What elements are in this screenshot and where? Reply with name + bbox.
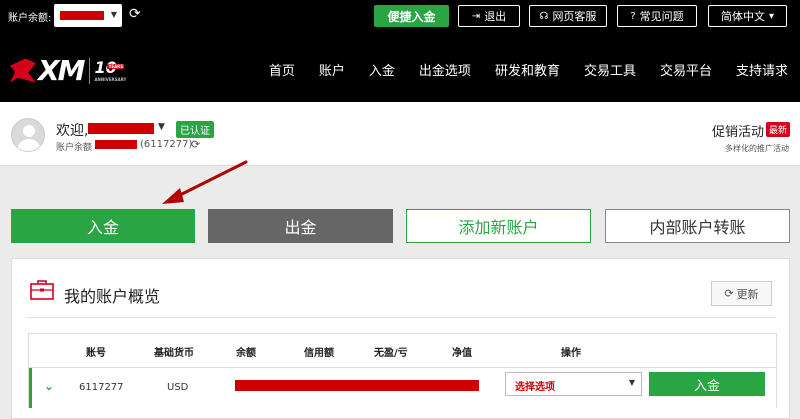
redacted-values <box>235 380 479 391</box>
logout-button[interactable]: ⇥ 退出 <box>458 5 520 27</box>
refresh-icon[interactable]: ⟳ <box>191 138 200 151</box>
anniversary-badge: 10 YEARS ANNIVERSARY <box>89 57 126 84</box>
promotions-subtitle: 多样化的推广活动 <box>725 144 789 153</box>
headset-icon: ☊ <box>539 10 549 22</box>
chevron-down-icon[interactable]: ▼ <box>158 122 165 132</box>
accounts-table: 账号 基础货币 余额 信用额 无盈/亏 净值 操作 ⌄ 6117277 USD … <box>28 333 777 408</box>
action-select[interactable]: 选择选项 ▼ <box>505 372 642 396</box>
col-balance: 余额 <box>236 348 256 359</box>
col-actions: 操作 <box>561 348 581 359</box>
table-row: ⌄ 6117277 USD 选择选项 ▼ 入金 <box>29 368 776 408</box>
cell-currency: USD <box>167 382 189 393</box>
nav-item-trading-platforms[interactable]: 交易平台 <box>660 60 712 79</box>
nav-item-accounts[interactable]: 账户 <box>319 60 345 79</box>
redacted-balance <box>95 140 137 149</box>
refresh-icon[interactable]: ⟳ <box>129 6 141 22</box>
new-badge: 最新 <box>765 122 790 137</box>
internal-transfer-button[interactable]: 内部账户转账 <box>605 209 790 243</box>
chevron-down-icon: ▼ <box>628 378 635 387</box>
col-currency: 基础货币 <box>154 348 194 359</box>
refresh-button[interactable]: ⟳ 更新 <box>711 281 772 306</box>
col-equity: 净值 <box>452 348 472 359</box>
quick-deposit-button[interactable]: 便捷入金 <box>374 5 449 27</box>
col-account: 账号 <box>86 348 106 359</box>
logout-icon: ⇥ <box>471 10 481 22</box>
account-overview-panel: 我的账户概览 ⟳ 更新 账号 基础货币 余额 信用额 无盈/亏 净值 操作 ⌄ … <box>11 258 790 419</box>
nav-item-withdraw-options[interactable]: 出金选项 <box>419 60 471 79</box>
chevron-down-icon: ▼ <box>110 10 117 19</box>
welcome-bar: 欢迎, ▼ 已认证 账户余额 (6117277) ⟳ 促销活动 最新 多样化的推… <box>0 102 800 166</box>
promotions-link[interactable]: 促销活动 <box>712 121 764 140</box>
nav-item-trading-tools[interactable]: 交易工具 <box>584 60 636 79</box>
question-icon: ? <box>630 10 636 22</box>
welcome-greeting: 欢迎, <box>56 123 89 139</box>
balance-label: 账户余额 <box>56 143 93 153</box>
chevron-down-icon[interactable]: ⌄ <box>44 379 54 393</box>
nav-items: 首页 账户 入金 出金选项 研发和教育 交易工具 交易平台 支持请求 <box>245 60 788 79</box>
table-header: 账号 基础货币 余额 信用额 无盈/亏 净值 操作 <box>29 334 776 368</box>
nav-item-deposit[interactable]: 入金 <box>369 60 395 79</box>
nav-item-home[interactable]: 首页 <box>269 60 295 79</box>
overview-title: 我的账户概览 <box>64 287 161 306</box>
live-support-button[interactable]: ☊ 网页客服 <box>529 5 607 27</box>
add-account-button[interactable]: 添加新账户 <box>406 209 591 243</box>
avatar <box>11 118 45 152</box>
col-pnl: 无盈/亏 <box>374 348 408 359</box>
nav-item-research-education[interactable]: 研发和教育 <box>495 60 560 79</box>
redacted-balance <box>60 11 104 20</box>
annotation-arrow <box>162 160 248 204</box>
faq-button[interactable]: ? 常见问题 <box>617 5 697 27</box>
col-credit: 信用额 <box>304 348 334 359</box>
chevron-down-icon: ▾ <box>768 10 775 22</box>
row-deposit-button[interactable]: 入金 <box>649 372 765 396</box>
main-nav: XM 10 YEARS ANNIVERSARY 首页 账户 入金 出金选项 研发… <box>0 32 800 102</box>
withdraw-button[interactable]: 出金 <box>208 209 393 243</box>
logo-mark <box>10 58 36 83</box>
refresh-icon: ⟳ <box>724 287 734 300</box>
account-balance-select[interactable]: ▼ <box>54 4 122 27</box>
deposit-button[interactable]: 入金 <box>11 209 195 243</box>
divider <box>26 317 776 318</box>
briefcase-icon <box>30 280 54 300</box>
xm-logo[interactable]: XM 10 YEARS ANNIVERSARY <box>10 54 126 87</box>
language-select[interactable]: 简体中文 ▾ <box>708 5 787 27</box>
redacted-user-name <box>88 123 154 134</box>
verified-badge: 已认证 <box>176 121 214 138</box>
nav-item-support[interactable]: 支持请求 <box>736 60 788 79</box>
cell-account: 6117277 <box>79 382 124 393</box>
top-bar: 账户余额: ▼ ⟳ 便捷入金 ⇥ 退出 ☊ 网页客服 ? 常见问题 简体中文 ▾ <box>0 0 800 32</box>
account-number: (6117277) <box>140 139 193 150</box>
balance-label: 账户余额: <box>8 13 52 24</box>
